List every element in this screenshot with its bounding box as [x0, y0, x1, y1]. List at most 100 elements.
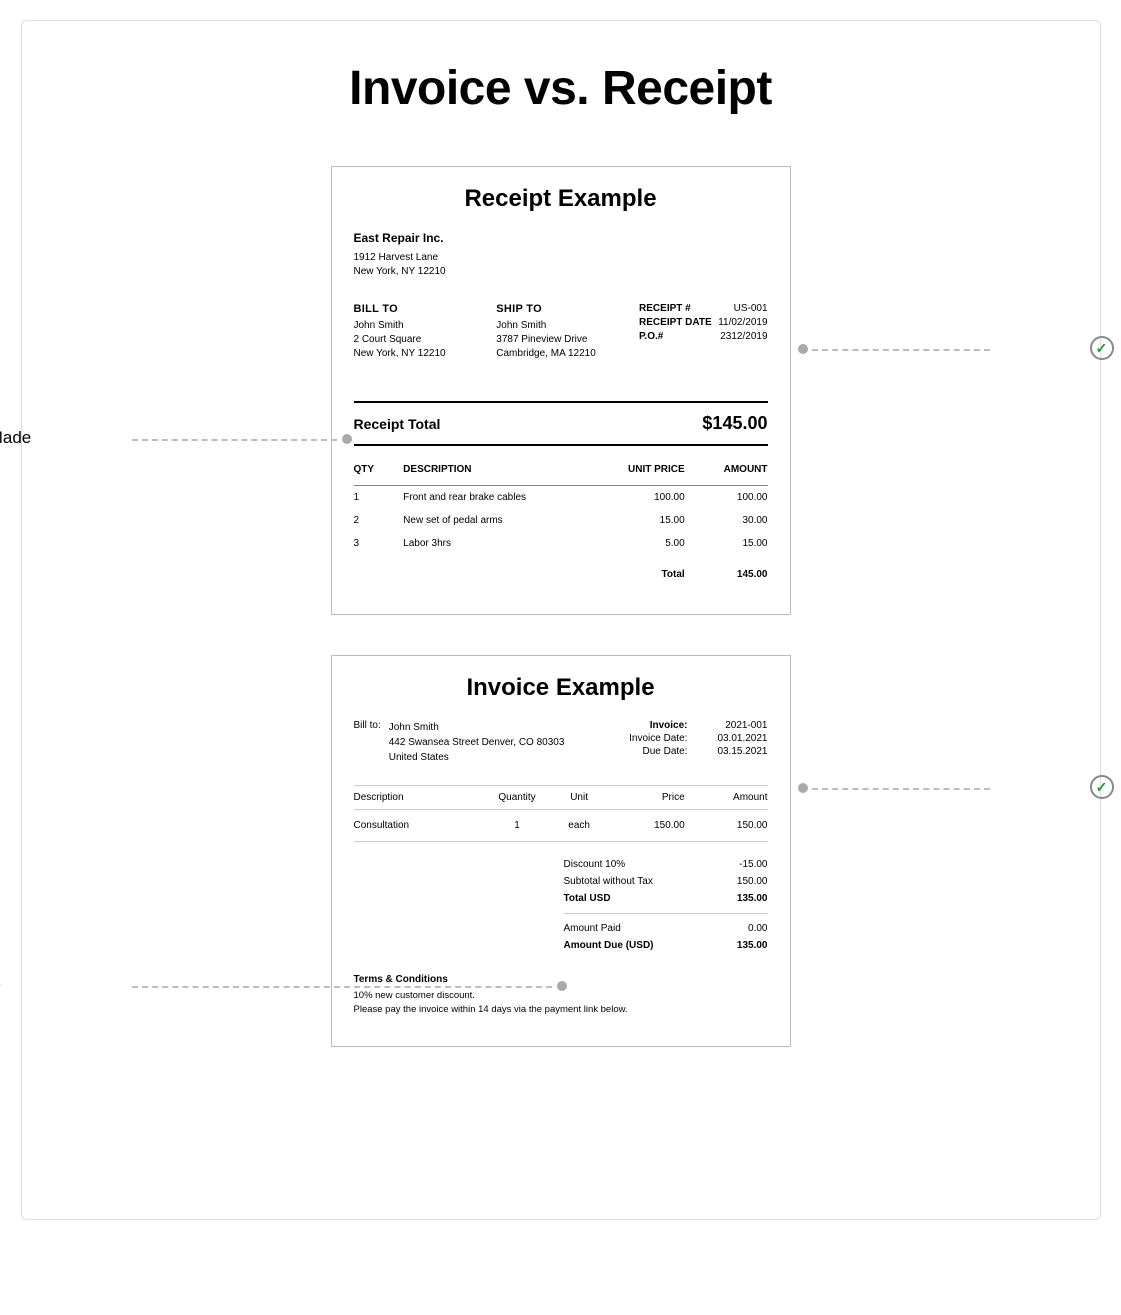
col-desc: Description: [354, 786, 486, 810]
col-qty: Quantity: [486, 786, 548, 810]
check-icon: ✓: [1090, 775, 1114, 799]
receipt-total-label: Receipt Total: [354, 416, 441, 432]
ship-to-label: SHIP TO: [496, 303, 639, 315]
dashed-connector: [812, 349, 990, 351]
invoice-billto-addr2: United States: [389, 750, 565, 765]
discount-amount: -15.00: [739, 859, 767, 870]
subtotal-label: Subtotal without Tax: [564, 876, 653, 887]
receipt-section: ✓ Payment Already Made ✓ Transaction Dat…: [42, 166, 1080, 615]
bill-to-name: John Smith: [354, 319, 497, 333]
col-price: Price: [610, 786, 685, 810]
terms-line-1: 10% new customer discount.: [354, 989, 768, 1003]
discount-label: Discount 10%: [564, 859, 626, 870]
item-amount: 100.00: [685, 486, 768, 510]
invoice-no-label: Invoice:: [618, 720, 688, 731]
check-icon: ✓: [1090, 336, 1114, 360]
table-row: Consultation 1 each 150.00 150.00: [354, 810, 768, 842]
invoice-section: ✓ Due Date ✓ Payment Not Made Invoice Ex…: [42, 655, 1080, 1047]
receipt-document: Receipt Example East Repair Inc. 1912 Ha…: [331, 166, 791, 615]
ship-to-addr1: 3787 Pineview Drive: [496, 333, 639, 347]
item-amount: 30.00: [685, 509, 768, 532]
callout-transaction-date: ✓ Transaction Date: [1090, 336, 1121, 360]
col-amount: Amount: [685, 786, 768, 810]
invoice-due-date-label: Due Date:: [618, 746, 688, 757]
receipt-date: 11/02/2019: [718, 317, 767, 328]
item-desc: Labor 3hrs: [403, 532, 602, 555]
col-unit: Unit: [548, 786, 610, 810]
item-qty: 2: [354, 509, 404, 532]
callout-payment-not-made: ✓ Payment Not Made: [0, 973, 32, 997]
company-name: East Repair Inc.: [354, 231, 768, 245]
col-desc: DESCRIPTION: [403, 460, 602, 486]
item-desc: Front and rear brake cables: [403, 486, 602, 510]
paid-amount: 0.00: [748, 923, 767, 934]
company-address-2: New York, NY 12210: [354, 265, 768, 279]
invoice-date: 03.01.2021: [708, 733, 768, 744]
address-row: BILL TO John Smith 2 Court Square New Yo…: [354, 303, 768, 361]
receipt-date-label: RECEIPT DATE: [639, 317, 712, 328]
due-label: Amount Due (USD): [564, 940, 654, 951]
total-label: Total USD: [564, 893, 611, 904]
anchor-dot: [557, 981, 567, 991]
page-title: Invoice vs. Receipt: [42, 61, 1080, 116]
item-qty: 1: [486, 810, 548, 842]
invoice-date-label: Invoice Date:: [618, 733, 688, 744]
item-amount: 15.00: [685, 532, 768, 555]
receipt-meta-block: RECEIPT # US-001 RECEIPT DATE 11/02/2019…: [639, 303, 767, 361]
invoice-billto-name: John Smith: [389, 720, 565, 735]
ship-to-block: SHIP TO John Smith 3787 Pineview Drive C…: [496, 303, 639, 361]
invoice-top-row: Bill to: John Smith 442 Swansea Street D…: [354, 720, 768, 765]
callout-payment-made: ✓ Payment Already Made: [0, 426, 32, 450]
callout-text: Payment Not Made: [0, 974, 1, 996]
total-amount: 135.00: [737, 893, 768, 904]
col-amount: AMOUNT: [685, 460, 768, 486]
invoice-billto-addr1: 442 Swansea Street Denver, CO 80303: [389, 735, 565, 750]
invoice-items-table: Description Quantity Unit Price Amount C…: [354, 785, 768, 842]
item-unit: each: [548, 810, 610, 842]
ship-to-addr2: Cambridge, MA 12210: [496, 347, 639, 361]
invoice-heading: Invoice Example: [354, 674, 768, 702]
page-container: Invoice vs. Receipt ✓ Payment Already Ma…: [21, 20, 1101, 1220]
paid-label: Amount Paid: [564, 923, 621, 934]
table-row: 3 Labor 3hrs 5.00 15.00: [354, 532, 768, 555]
bill-to-label: BILL TO: [354, 303, 497, 315]
item-qty: 1: [354, 486, 404, 510]
summary-divider: [564, 913, 768, 914]
item-amount: 150.00: [685, 810, 768, 842]
item-unit: 15.00: [602, 509, 685, 532]
bill-to-block: BILL TO John Smith 2 Court Square New Yo…: [354, 303, 497, 361]
invoice-due-date: 03.15.2021: [708, 746, 768, 757]
invoice-summary: Discount 10% -15.00 Subtotal without Tax…: [354, 856, 768, 954]
invoice-bill-to: Bill to: John Smith 442 Swansea Street D…: [354, 720, 565, 765]
item-price: 150.00: [610, 810, 685, 842]
anchor-dot: [798, 344, 808, 354]
items-total-label: Total: [602, 555, 685, 586]
table-row: 1 Front and rear brake cables 100.00 100…: [354, 486, 768, 510]
receipt-total-amount: $145.00: [702, 413, 767, 434]
table-row: 2 New set of pedal arms 15.00 30.00: [354, 509, 768, 532]
due-amount: 135.00: [737, 940, 768, 951]
bill-to-addr2: New York, NY 12210: [354, 347, 497, 361]
bill-to-addr1: 2 Court Square: [354, 333, 497, 347]
subtotal-amount: 150.00: [737, 876, 768, 887]
invoice-billto-label: Bill to:: [354, 720, 381, 765]
dashed-connector: [132, 439, 337, 441]
anchor-dot: [342, 434, 352, 444]
dashed-connector: [132, 986, 552, 988]
company-address-1: 1912 Harvest Lane: [354, 251, 768, 265]
dashed-connector: [812, 788, 990, 790]
receipt-total-bar: Receipt Total $145.00: [354, 401, 768, 446]
item-desc: New set of pedal arms: [403, 509, 602, 532]
invoice-no: 2021-001: [708, 720, 768, 731]
receipt-number-label: RECEIPT #: [639, 303, 691, 314]
item-unit: 5.00: [602, 532, 685, 555]
callout-text: Payment Already Made: [0, 427, 31, 449]
item-qty: 3: [354, 532, 404, 555]
callout-due-date: ✓ Due Date: [1090, 775, 1121, 799]
po-label: P.O.#: [639, 331, 663, 342]
terms-line-2: Please pay the invoice within 14 days vi…: [354, 1003, 768, 1017]
receipt-items-table: QTY DESCRIPTION UNIT PRICE AMOUNT 1 Fron…: [354, 460, 768, 586]
receipt-heading: Receipt Example: [354, 185, 768, 213]
col-unit: UNIT PRICE: [602, 460, 685, 486]
po-number: 2312/2019: [720, 331, 767, 342]
